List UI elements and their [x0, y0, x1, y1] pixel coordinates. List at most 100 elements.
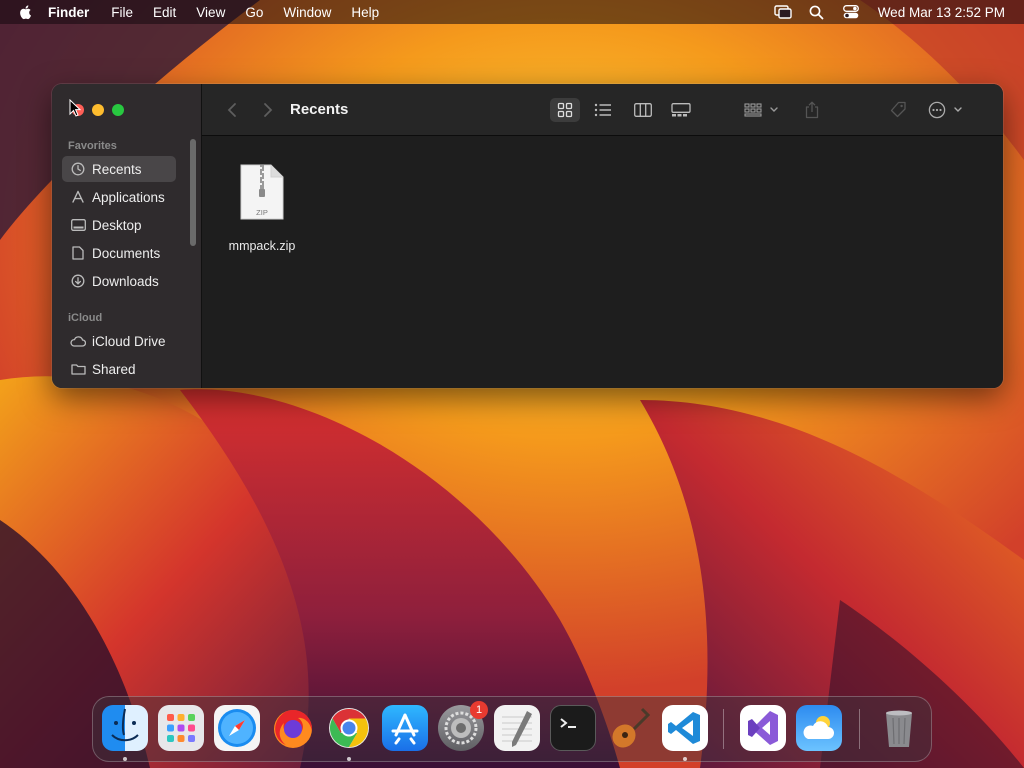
visual-studio-icon — [748, 711, 778, 745]
dock-trash[interactable] — [876, 705, 922, 751]
share-button[interactable] — [800, 98, 824, 122]
running-indicator — [347, 757, 351, 761]
sidebar-item-downloads[interactable]: Downloads — [62, 268, 176, 294]
applications-icon — [70, 189, 86, 205]
dock-separator — [859, 709, 860, 749]
sidebar-item-documents[interactable]: Documents — [62, 240, 176, 266]
dock-app-vscode[interactable] — [662, 705, 708, 751]
menu-view[interactable]: View — [196, 5, 225, 20]
cloud-icon — [70, 333, 86, 349]
screen-mirroring-icon[interactable] — [772, 4, 794, 20]
spotlight-search-icon[interactable] — [806, 4, 828, 20]
columns-icon — [634, 103, 652, 117]
sidebar-item-desktop[interactable]: Desktop — [62, 212, 176, 238]
list-view-button[interactable] — [588, 98, 618, 122]
column-view-button[interactable] — [628, 98, 658, 122]
running-indicator — [683, 757, 687, 761]
notification-badge: 1 — [470, 701, 488, 719]
sidebar-item-label: Applications — [92, 189, 165, 205]
sidebar-item-label: Recents — [92, 161, 142, 177]
window-title: Recents — [290, 101, 349, 118]
sidebar-item-icloud-drive[interactable]: iCloud Drive — [62, 328, 176, 354]
minimize-window-button[interactable] — [92, 104, 104, 116]
running-indicator — [123, 757, 127, 761]
sidebar-item-applications[interactable]: Applications — [62, 184, 176, 210]
tag-icon — [890, 101, 906, 118]
group-by-button[interactable] — [740, 98, 784, 122]
menu-window[interactable]: Window — [283, 5, 331, 20]
sidebar-item-label: iCloud Drive — [92, 333, 166, 349]
shared-folder-icon — [70, 361, 86, 377]
sidebar-section-favorites: Favorites — [68, 140, 117, 152]
menu-go[interactable]: Go — [245, 5, 263, 20]
file-item[interactable]: ZIP mmpack.zip — [202, 163, 322, 283]
terminal-prompt-icon — [560, 718, 576, 728]
textedit-icon — [502, 711, 532, 747]
firefox-icon — [274, 710, 313, 748]
menu-bar: Finder File Edit View Go Window Help Wed… — [0, 0, 1024, 24]
clock-icon — [70, 161, 86, 177]
dock-app-safari[interactable] — [214, 705, 260, 751]
guitar-icon — [612, 707, 651, 748]
more-actions-button[interactable] — [928, 98, 964, 122]
back-button[interactable] — [222, 98, 242, 122]
document-icon — [70, 245, 86, 261]
chrome-icon — [329, 708, 369, 748]
maximize-window-button[interactable] — [112, 104, 124, 116]
weather-cloud-icon — [803, 716, 834, 739]
chevron-left-icon — [227, 103, 236, 117]
dock: 1 — [92, 696, 932, 762]
dock-separator — [723, 709, 724, 749]
launchpad-grid-icon — [167, 714, 195, 742]
sidebar-item-recents[interactable]: Recents — [62, 156, 176, 182]
tag-button[interactable] — [886, 98, 910, 122]
dock-app-terminal[interactable] — [550, 705, 596, 751]
menu-help[interactable]: Help — [351, 5, 379, 20]
download-icon — [70, 273, 86, 289]
vscode-icon — [668, 712, 700, 744]
dock-app-launchpad[interactable] — [158, 705, 204, 751]
menu-file[interactable]: File — [111, 5, 133, 20]
share-icon — [805, 101, 819, 119]
file-type-label: ZIP — [256, 208, 268, 217]
sidebar-scrollbar[interactable] — [190, 139, 196, 246]
gallery-icon — [671, 103, 691, 117]
app-store-icon — [391, 713, 419, 745]
sidebar-item-label: Downloads — [92, 273, 159, 289]
dock-app-textedit[interactable] — [494, 705, 540, 751]
control-center-icon[interactable] — [840, 4, 862, 20]
menu-edit[interactable]: Edit — [153, 5, 176, 20]
ellipsis-circle-icon — [928, 101, 962, 119]
dock-app-visual-studio[interactable] — [740, 705, 786, 751]
finder-window: Favorites Recents Applications Desktop D… — [52, 84, 1003, 388]
sidebar-item-label: Shared — [92, 361, 136, 377]
sidebar-section-icloud: iCloud — [68, 312, 103, 324]
menu-bar-clock[interactable]: Wed Mar 13 2:52 PM — [878, 5, 1005, 20]
trash-icon — [886, 710, 912, 747]
dock-app-garageband[interactable] — [606, 705, 652, 751]
grid-icon — [557, 102, 573, 118]
desktop-icon — [70, 217, 86, 233]
apple-logo-icon[interactable] — [18, 4, 34, 20]
compass-icon — [218, 709, 256, 747]
menu-app-name[interactable]: Finder — [48, 5, 89, 20]
dock-app-chrome[interactable] — [326, 705, 372, 751]
dock-app-finder[interactable] — [102, 705, 148, 751]
list-icon — [594, 103, 611, 117]
dock-app-weather[interactable] — [796, 705, 842, 751]
file-browser-area[interactable]: ZIP mmpack.zip — [202, 137, 1003, 388]
mouse-cursor-icon — [69, 99, 81, 117]
forward-button[interactable] — [258, 98, 278, 122]
finder-toolbar: Recents — [202, 84, 1003, 136]
gallery-view-button[interactable] — [666, 98, 696, 122]
icon-view-button[interactable] — [550, 98, 580, 122]
chevron-right-icon — [264, 103, 273, 117]
group-grid-icon — [744, 103, 778, 117]
sidebar-item-shared[interactable]: Shared — [62, 356, 176, 382]
finder-face-icon — [111, 708, 139, 742]
dock-app-app-store[interactable] — [382, 705, 428, 751]
file-name-label: mmpack.zip — [228, 239, 296, 253]
sidebar-item-label: Documents — [92, 245, 161, 261]
dock-app-firefox[interactable] — [270, 705, 316, 751]
finder-sidebar: Favorites Recents Applications Desktop D… — [52, 84, 202, 388]
